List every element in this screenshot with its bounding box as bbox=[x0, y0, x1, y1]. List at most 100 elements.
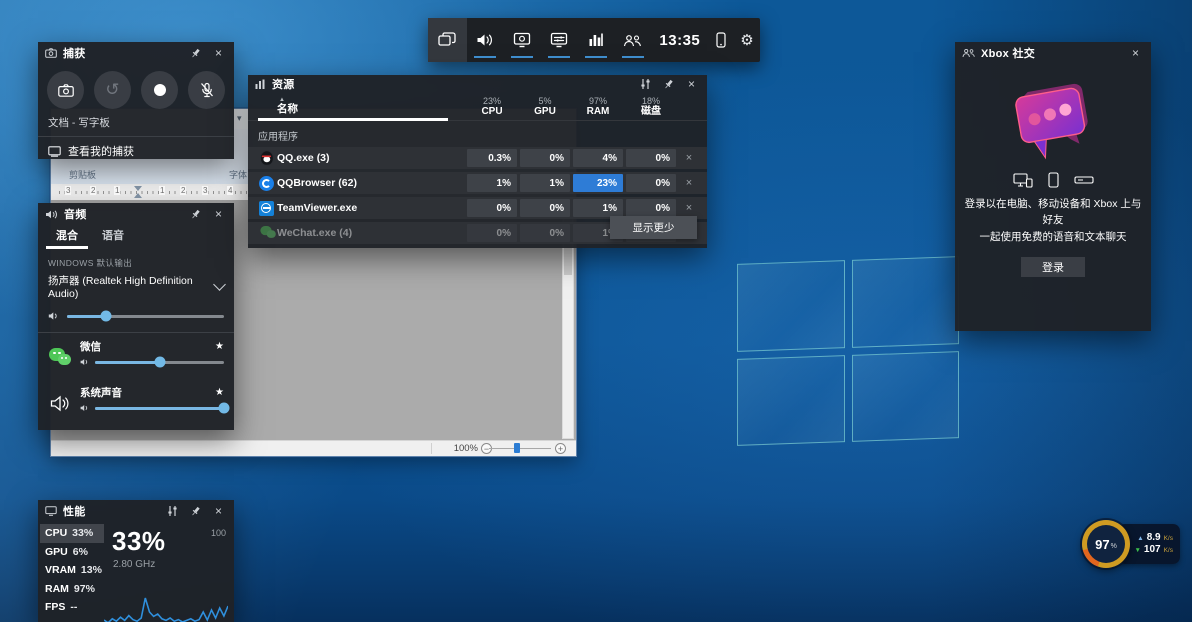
mobile-link-button[interactable] bbox=[708, 18, 734, 62]
table-row: QQBrowser (62) 1% 1% 23% 0% × bbox=[248, 172, 707, 194]
slider-knob[interactable] bbox=[154, 356, 165, 368]
sign-in-button[interactable]: 登录 bbox=[1021, 256, 1085, 277]
pin-button[interactable] bbox=[187, 503, 204, 519]
stat-vram[interactable]: VRAM 13% bbox=[40, 561, 104, 580]
screenshot-button[interactable] bbox=[47, 71, 84, 109]
filter-sliders-button[interactable] bbox=[637, 76, 654, 92]
mic-mute-button[interactable] bbox=[188, 71, 225, 109]
zoom-in-button[interactable]: + bbox=[555, 443, 566, 454]
disk-cell: 0% bbox=[626, 199, 676, 217]
ruler-indent-marker[interactable] bbox=[134, 193, 142, 198]
stat-ram[interactable]: RAM 97% bbox=[40, 580, 104, 599]
pin-button[interactable] bbox=[187, 45, 204, 61]
name-column-header[interactable]: ▲ 名称 bbox=[277, 97, 464, 115]
disk-column-header[interactable]: 18% 磁盘 bbox=[626, 96, 676, 118]
upload-speed: 8.9 bbox=[1146, 532, 1161, 543]
windows-logo-pane bbox=[737, 354, 845, 446]
ram-column-header[interactable]: 97% RAM bbox=[573, 96, 623, 118]
performance-title: 性能 bbox=[63, 506, 86, 518]
close-row-button[interactable]: × bbox=[679, 202, 699, 214]
record-button[interactable] bbox=[141, 71, 178, 109]
master-volume-row bbox=[38, 302, 234, 330]
performance-stats-list: CPU 33% GPU 6% VRAM 13% RAM 97% FPS -- bbox=[38, 524, 104, 622]
channel-system: 系统声音 ★ bbox=[38, 379, 234, 425]
monitor-icon bbox=[45, 506, 57, 516]
speaker-icon bbox=[48, 311, 59, 321]
toolbar-performance-button[interactable] bbox=[578, 18, 615, 62]
close-button[interactable]: × bbox=[210, 45, 227, 61]
master-volume-slider[interactable] bbox=[67, 310, 224, 322]
slider-fill bbox=[95, 360, 160, 364]
name-column-underline bbox=[258, 118, 448, 121]
close-button[interactable]: × bbox=[210, 503, 227, 519]
pin-button[interactable] bbox=[187, 206, 204, 222]
slider-knob[interactable] bbox=[218, 402, 230, 414]
performance-titlebar: 性能 × bbox=[38, 500, 234, 522]
message-line-2: 一起使用免费的语音和文本聊天 bbox=[979, 230, 1127, 243]
message-line-1: 登录以在电脑、移动设备和 Xbox 上与好友 bbox=[964, 198, 1142, 227]
ruler-indent-marker[interactable] bbox=[134, 186, 142, 191]
wechat-volume-slider[interactable] bbox=[95, 356, 224, 368]
audio-icon bbox=[476, 32, 494, 48]
show-less-button[interactable]: 显示更少 bbox=[610, 216, 697, 239]
cpu-label: CPU bbox=[481, 105, 503, 117]
stat-gpu[interactable]: GPU 6% bbox=[40, 543, 104, 562]
audio-titlebar: 音频 × bbox=[38, 203, 234, 225]
memory-gauge-floatball[interactable]: 97 % bbox=[1082, 520, 1130, 568]
social-titlebar: Xbox 社交 × bbox=[955, 42, 1151, 64]
gpu-column-header[interactable]: 5% GPU bbox=[520, 96, 570, 118]
record-last-button[interactable]: ↺ bbox=[94, 71, 131, 109]
toolbar-capture-button[interactable] bbox=[504, 18, 541, 62]
close-button[interactable]: × bbox=[210, 206, 227, 222]
widget-menu-button[interactable] bbox=[428, 18, 467, 62]
cpu-column-header[interactable]: 23% CPU bbox=[467, 96, 517, 118]
gauge-face: 97 % bbox=[1087, 525, 1125, 563]
ruler-number: 3 bbox=[65, 186, 72, 195]
tab-mix[interactable]: 混合 bbox=[44, 225, 90, 249]
gpu-cell: 0% bbox=[520, 224, 570, 242]
view-captures-button[interactable]: 查看我的捕获 bbox=[38, 137, 234, 165]
slider-knob[interactable] bbox=[100, 310, 112, 322]
zoom-slider-track[interactable] bbox=[489, 448, 551, 449]
star-icon[interactable]: ★ bbox=[215, 387, 224, 398]
output-device-dropdown[interactable]: 扬声器 (Realtek High Definition Audio) bbox=[38, 271, 234, 302]
close-button[interactable]: × bbox=[1127, 45, 1144, 61]
close-row-button[interactable]: × bbox=[679, 177, 699, 189]
chevron-down-icon[interactable]: ▾ bbox=[237, 112, 242, 124]
options-sliders-button[interactable] bbox=[164, 503, 181, 519]
zoom-slider-knob[interactable] bbox=[514, 443, 520, 453]
download-speed: 107 bbox=[1143, 544, 1161, 555]
toolbar-social-button[interactable] bbox=[614, 18, 651, 62]
stat-value: 33% bbox=[72, 527, 94, 540]
star-icon[interactable]: ★ bbox=[215, 341, 224, 352]
gpu-cell: 0% bbox=[520, 199, 570, 217]
toolbar-broadcast-button[interactable] bbox=[541, 18, 578, 62]
close-row-button[interactable]: × bbox=[679, 152, 699, 164]
system-volume-slider[interactable] bbox=[95, 402, 230, 414]
stat-fps[interactable]: FPS -- bbox=[40, 598, 104, 617]
ram-cell: 4% bbox=[573, 149, 623, 167]
download-unit: K/s bbox=[1163, 547, 1173, 554]
windows-logo-pane bbox=[851, 350, 959, 442]
toolbar-audio-button[interactable] bbox=[467, 18, 504, 62]
capture-icon bbox=[513, 32, 531, 48]
upload-arrow-icon: ▲ bbox=[1137, 535, 1144, 542]
close-button[interactable]: × bbox=[683, 76, 700, 92]
download-arrow-icon: ▼ bbox=[1134, 547, 1141, 554]
phone-icon bbox=[1047, 172, 1059, 188]
default-output-label: WINDOWS 默认输出 bbox=[48, 258, 133, 268]
tab-voice[interactable]: 语音 bbox=[90, 225, 136, 249]
record-last-icon: ↺ bbox=[105, 80, 120, 99]
stat-cpu[interactable]: CPU 33% bbox=[40, 524, 104, 543]
chat-bubble-illustration bbox=[955, 64, 1151, 168]
resources-titlebar: 资源 × bbox=[248, 75, 707, 93]
settings-button[interactable]: ⚙ bbox=[734, 18, 760, 62]
capture-widget: 捕获 × ↺ 文档 - 写字板 查看我的捕获 bbox=[38, 42, 234, 159]
cpu-frequency: 2.80 GHz bbox=[113, 559, 156, 570]
speaker-icon bbox=[80, 404, 89, 412]
record-dot-icon bbox=[153, 84, 166, 96]
console-icon bbox=[1073, 175, 1094, 185]
social-title: Xbox 社交 bbox=[981, 48, 1036, 60]
pin-button[interactable] bbox=[660, 76, 677, 92]
sort-ascending-icon: ▲ bbox=[279, 97, 285, 104]
